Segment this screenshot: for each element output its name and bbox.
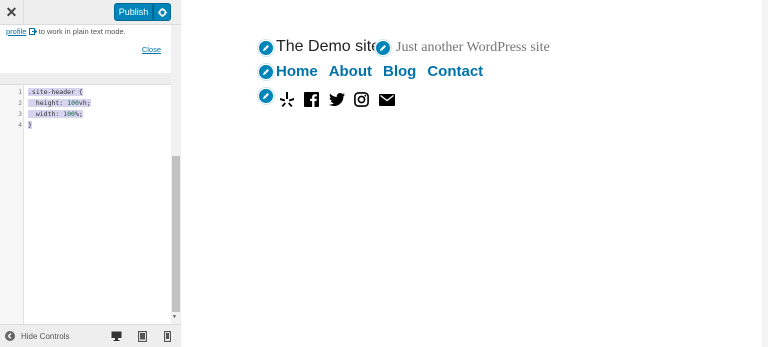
css-value: 100 bbox=[67, 99, 79, 107]
yelp-icon[interactable] bbox=[278, 91, 295, 108]
menu-item-contact[interactable]: Contact bbox=[427, 63, 483, 80]
customizer-footer: Hide Controls bbox=[0, 324, 181, 347]
line-number: 2 bbox=[18, 99, 22, 107]
desktop-icon bbox=[111, 331, 121, 341]
css-value: 100 bbox=[63, 110, 75, 118]
edit-shortcut-site-title[interactable] bbox=[258, 40, 274, 56]
tablet-icon bbox=[137, 330, 147, 342]
edit-shortcut-social-menu[interactable] bbox=[258, 88, 274, 104]
css-unit: %; bbox=[74, 110, 83, 118]
site-preview: The Demo site Just another WordPress sit… bbox=[181, 0, 768, 347]
close-notice-link[interactable]: Close bbox=[142, 45, 161, 55]
line-number: 4 bbox=[18, 121, 22, 129]
edit-shortcut-menu[interactable] bbox=[258, 64, 274, 80]
desktop-preview-button[interactable] bbox=[110, 330, 122, 342]
menu-item-home[interactable]: Home bbox=[276, 63, 318, 80]
twitter-icon[interactable] bbox=[328, 91, 345, 108]
publish-settings-button[interactable] bbox=[153, 3, 171, 21]
css-property: height: bbox=[35, 99, 64, 107]
hide-controls-button[interactable]: Hide Controls bbox=[5, 331, 69, 341]
facebook-icon[interactable] bbox=[303, 91, 320, 108]
customizer-sidebar: ✕ Publish profile to work in plain text … bbox=[0, 0, 181, 347]
code-line: } bbox=[28, 121, 32, 129]
close-customizer-button[interactable]: ✕ bbox=[0, 0, 24, 25]
hide-controls-label: Hide Controls bbox=[21, 331, 70, 341]
preview-scrollbar[interactable] bbox=[762, 0, 768, 347]
mobile-preview-button[interactable] bbox=[161, 330, 173, 342]
code-selector: .site-header { bbox=[28, 88, 83, 96]
css-property: width: bbox=[35, 110, 60, 118]
line-number: 3 bbox=[18, 110, 22, 118]
sidebar-scrollbar-thumb[interactable] bbox=[172, 156, 180, 312]
notice-text: to work in plain text mode. bbox=[38, 27, 126, 36]
tablet-preview-button[interactable] bbox=[136, 330, 148, 342]
gear-icon bbox=[157, 7, 167, 17]
plain-text-notice: profile to work in plain text mode. Clos… bbox=[0, 25, 171, 73]
code-line: height: 100vh; bbox=[28, 99, 91, 107]
external-link-icon bbox=[28, 28, 37, 35]
customizer-header: ✕ Publish bbox=[0, 0, 181, 25]
social-menu bbox=[278, 91, 395, 108]
email-icon[interactable] bbox=[378, 91, 395, 108]
scroll-down-arrow[interactable]: ▼ bbox=[172, 314, 177, 320]
instagram-icon[interactable] bbox=[353, 91, 370, 108]
line-number: 1 bbox=[18, 88, 22, 96]
css-unit: vh; bbox=[78, 99, 91, 107]
pencil-icon bbox=[263, 69, 269, 75]
code-line: .site-header { bbox=[28, 88, 83, 96]
site-title[interactable]: The Demo site bbox=[276, 38, 380, 56]
mobile-icon bbox=[163, 330, 171, 342]
primary-menu: Home About Blog Contact bbox=[276, 63, 483, 80]
site-tagline: Just another WordPress site bbox=[396, 40, 550, 55]
menu-item-about[interactable]: About bbox=[329, 63, 372, 80]
edit-shortcut-tagline[interactable] bbox=[375, 40, 391, 56]
publish-button[interactable]: Publish bbox=[114, 3, 153, 21]
pencil-icon bbox=[380, 45, 386, 51]
collapse-icon bbox=[5, 331, 15, 341]
code-closing-brace: } bbox=[28, 121, 32, 129]
menu-item-blog[interactable]: Blog bbox=[383, 63, 416, 80]
pencil-icon bbox=[263, 93, 269, 99]
profile-link[interactable]: profile bbox=[6, 27, 26, 36]
pencil-icon bbox=[263, 45, 269, 51]
css-code-editor[interactable]: 1 2 3 4 .site-header { height: 100vh; wi… bbox=[0, 84, 171, 324]
code-line: width: 100%; bbox=[28, 110, 83, 118]
